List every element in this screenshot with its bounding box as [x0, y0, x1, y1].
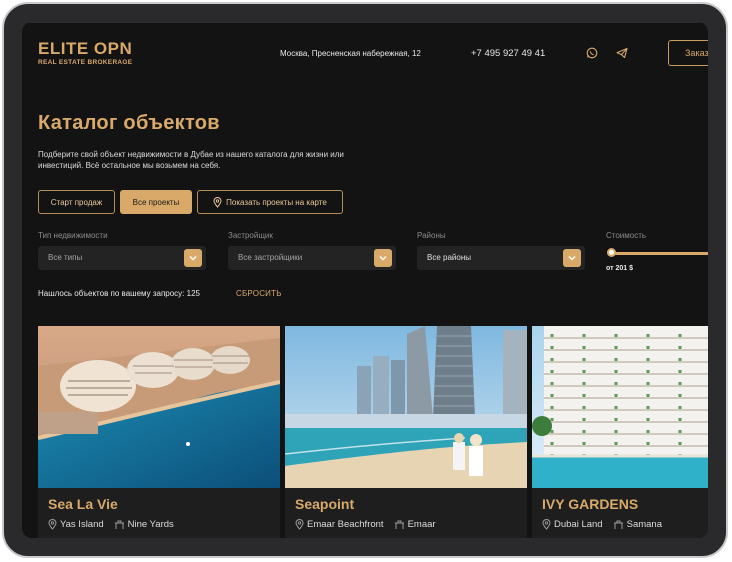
reset-filters-link[interactable]: СБРОСИТЬ: [236, 289, 282, 298]
project-developer: Emaar: [407, 519, 436, 530]
type-select-value: Все типы: [48, 253, 83, 262]
project-meta: Emaar Beachfront Emaar: [295, 519, 446, 530]
district-select[interactable]: Все районы: [417, 246, 585, 270]
project-card[interactable]: Sea La Vie Yas Island Nine Yards: [38, 326, 280, 538]
logo-title[interactable]: ELITE OPN: [38, 39, 132, 59]
developer-icon: [394, 520, 404, 529]
chevron-down-icon: [563, 249, 581, 267]
price-slider-handle[interactable]: [607, 248, 616, 257]
show-map-label: Показать проекты на карте: [226, 197, 327, 207]
project-name: IVY GARDENS: [542, 496, 639, 512]
header-address: Москва, Пресненская набережная, 12: [280, 49, 421, 58]
show-map-button[interactable]: Показать проекты на карте: [197, 190, 343, 214]
district-filter-label: Районы: [417, 231, 446, 240]
results-count: Нашлось объектов по вашему запросу: 125: [38, 289, 200, 298]
project-location: Emaar Beachfront: [307, 519, 384, 530]
project-developer: Samana: [626, 519, 662, 530]
project-image: [285, 326, 527, 488]
top-divider: [22, 22, 708, 23]
developer-icon: [114, 520, 124, 529]
page-title: Каталог объектов: [38, 112, 220, 134]
district-select-value: Все районы: [427, 253, 471, 262]
map-pin-icon: [295, 519, 304, 530]
developer-select-value: Все застройщики: [238, 253, 303, 262]
chevron-down-icon: [184, 249, 202, 267]
whatsapp-icon[interactable]: [586, 47, 598, 59]
project-card[interactable]: Seapoint Emaar Beachfront Emaar: [285, 326, 527, 538]
developer-icon: [613, 520, 623, 529]
page-description: Подберите свой объект недвижимости в Дуб…: [38, 150, 344, 170]
price-slider-track[interactable]: [612, 252, 708, 255]
project-name: Sea La Vie: [48, 496, 118, 512]
project-card[interactable]: IVY GARDENS Dubai Land Samana: [532, 326, 708, 538]
type-select[interactable]: Все типы: [38, 246, 206, 270]
price-filter-label: Стоимость: [606, 231, 647, 240]
developer-select[interactable]: Все застройщики: [228, 246, 396, 270]
project-location: Yas Island: [60, 519, 104, 530]
chevron-down-icon: [374, 249, 392, 267]
telegram-icon[interactable]: [616, 47, 628, 59]
map-pin-icon: [213, 196, 222, 208]
start-sales-button[interactable]: Старт продаж: [38, 190, 115, 214]
project-image: [532, 326, 708, 488]
header-phone[interactable]: +7 495 927 49 41: [471, 48, 545, 59]
order-button[interactable]: Заказ: [668, 40, 708, 66]
type-filter-label: Тип недвижимости: [38, 231, 108, 240]
project-meta: Dubai Land Samana: [542, 519, 672, 530]
all-projects-button[interactable]: Все проекты: [120, 190, 192, 214]
map-pin-icon: [542, 519, 551, 530]
all-projects-label: Все проекты: [132, 197, 180, 207]
logo-subtitle: REAL ESTATE BROKERAGE: [38, 59, 133, 66]
map-pin-icon: [48, 519, 57, 530]
developer-filter-label: Застройщик: [228, 231, 273, 240]
project-developer: Nine Yards: [127, 519, 174, 530]
start-sales-label: Старт продаж: [50, 197, 103, 207]
app-screen: ELITE OPN REAL ESTATE BROKERAGE Москва, …: [22, 22, 708, 538]
project-image: [38, 326, 280, 488]
project-meta: Yas Island Nine Yards: [48, 519, 184, 530]
project-location: Dubai Land: [554, 519, 603, 530]
project-name: Seapoint: [295, 496, 355, 512]
price-from-value: от 201 $: [606, 265, 633, 272]
